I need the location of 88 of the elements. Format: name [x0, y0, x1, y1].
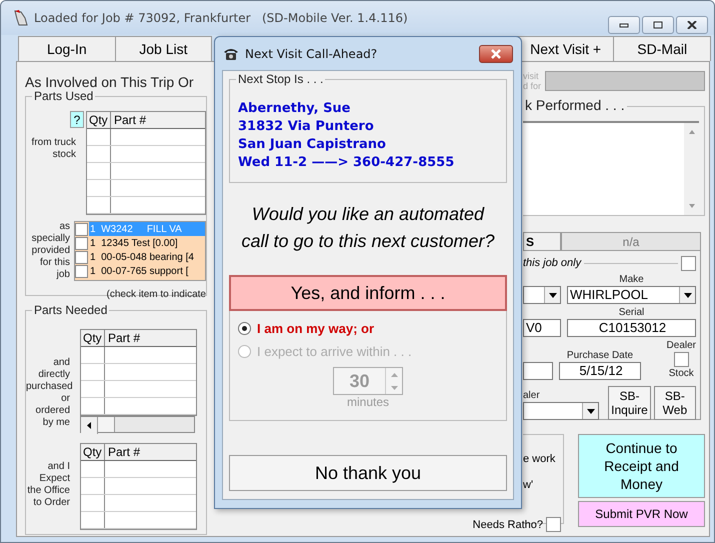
- scrollbar[interactable]: [684, 123, 699, 215]
- list-item[interactable]: 1 00-05-048 bearing [4: [75, 250, 205, 264]
- tab[interactable]: n/a: [561, 232, 701, 250]
- address-line: 31832 Via Puntero: [238, 118, 375, 136]
- checkbox[interactable]: [75, 236, 88, 250]
- close-button[interactable]: [479, 44, 513, 62]
- scroll-down-icon[interactable]: [688, 203, 696, 209]
- maximize-button[interactable]: [642, 16, 674, 34]
- minimize-icon: [619, 22, 629, 28]
- column-header: Qty: [81, 330, 105, 346]
- group-title: Next Stop Is . . .: [236, 72, 326, 86]
- row-label: from truck stock: [30, 137, 76, 161]
- row-label: as specially provided for this job: [30, 221, 70, 281]
- scroll-up-icon[interactable]: [688, 129, 696, 135]
- list-item[interactable]: 1 00-07-765 support [: [75, 264, 205, 278]
- note-text: w': [523, 479, 534, 491]
- column-header: Part #: [107, 330, 142, 346]
- hand-icon: [13, 9, 29, 27]
- dialog-title: Next Visit Call-Ahead?: [245, 46, 378, 60]
- section-heading: As Involved on This Trip Or: [25, 74, 195, 90]
- input-field[interactable]: V0: [523, 319, 561, 337]
- minimize-button[interactable]: [608, 16, 640, 34]
- text-area[interactable]: [523, 121, 699, 215]
- close-icon: [687, 21, 697, 29]
- tab[interactable]: SD-Mail: [613, 36, 711, 61]
- input-field[interactable]: C10153012: [567, 319, 696, 337]
- no-button[interactable]: No thank you: [229, 455, 507, 491]
- tab[interactable]: Job List: [114, 36, 212, 61]
- caret-icon: [684, 292, 692, 298]
- note-text: e work: [523, 453, 556, 465]
- scroll-left-icon[interactable]: [81, 417, 98, 434]
- maximize-icon: [653, 21, 663, 29]
- checkbox[interactable]: [75, 250, 88, 264]
- option-label: I expect to arrive within . . .: [257, 344, 412, 359]
- field-label: Serial: [618, 306, 644, 319]
- address-line: Abernethy, Sue: [238, 100, 352, 118]
- column-header: Qty: [87, 112, 111, 128]
- group-title: this job only: [523, 257, 582, 269]
- input-field[interactable]: [523, 362, 553, 380]
- field-label: Stock: [668, 367, 694, 380]
- field-label: Purchase Date: [566, 349, 634, 362]
- submit-button[interactable]: Submit PVR Now: [578, 501, 705, 527]
- column-header: Part #: [113, 112, 148, 128]
- field-label: aler: [523, 389, 540, 402]
- close-button[interactable]: [676, 16, 708, 34]
- checkbox[interactable]: [681, 256, 696, 270]
- row-label: and directly purchased or ordered by me: [26, 357, 70, 429]
- field-label: d for: [523, 81, 542, 91]
- sb-button[interactable]: SB-Web: [654, 386, 696, 420]
- checkbox[interactable]: [674, 352, 689, 367]
- checkbox[interactable]: [75, 264, 88, 278]
- minutes-label: minutes: [346, 395, 390, 409]
- caret-icon: [586, 408, 595, 414]
- tab[interactable]: Next Visit +: [516, 36, 614, 61]
- column-header: Qty: [81, 444, 105, 460]
- radio-button[interactable]: [238, 322, 251, 335]
- help-button[interactable]: ?: [70, 111, 84, 128]
- checkbox[interactable]: [75, 222, 88, 236]
- input-field[interactable]: 5/15/12: [559, 362, 641, 380]
- dropdown[interactable]: [523, 402, 600, 420]
- field-label: Make: [619, 273, 644, 286]
- scrollbar[interactable]: [80, 416, 195, 433]
- sb-button[interactable]: SB-Inquire: [608, 386, 651, 420]
- tab[interactable]: S: [523, 232, 561, 250]
- checkbox-label: Needs Ratho?: [472, 518, 543, 530]
- field-label: Dealer: [666, 339, 696, 352]
- group-title: k Performed . . .: [523, 97, 627, 113]
- dropdown[interactable]: WHIRLPOOL: [567, 286, 696, 304]
- scroll-thumb[interactable]: [98, 417, 115, 432]
- caret-icon: [548, 292, 556, 298]
- window-title: Loaded for Job # 73092, Frankfurter (SD-Mobile Ver. 1.4.116): [34, 11, 408, 25]
- list-item[interactable]: 1 12345 Test [0.00]: [75, 236, 205, 250]
- group-title: Parts Needed: [32, 303, 110, 317]
- checkbox[interactable]: [546, 517, 561, 532]
- telephone-icon: [223, 46, 239, 60]
- address-line: San Juan Capistrano: [238, 136, 387, 154]
- row-label: and I Expect the Office to Order: [26, 461, 70, 509]
- hint-text: (check item to indicate: [106, 289, 206, 300]
- tab[interactable]: Log-In: [18, 36, 116, 61]
- address-line: Wed 11-2 ——> 360-427-8555: [238, 154, 456, 172]
- option-label: I am on my way; or: [257, 321, 374, 336]
- yes-button[interactable]: Yes, and inform . . .: [229, 275, 507, 311]
- column-header: Part #: [107, 444, 142, 460]
- dropdown[interactable]: [523, 286, 561, 304]
- group-title: Parts Used: [32, 89, 96, 103]
- close-icon: [490, 48, 502, 58]
- continue-button[interactable]: Continue to Receipt and Money: [578, 434, 705, 498]
- question-text: Would you like an automated call to go to this next customer?: [240, 203, 496, 253]
